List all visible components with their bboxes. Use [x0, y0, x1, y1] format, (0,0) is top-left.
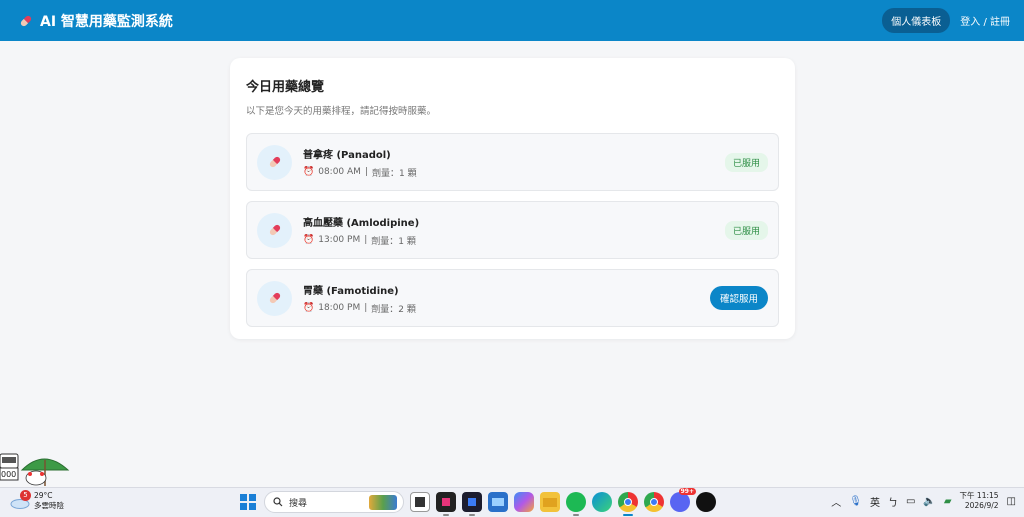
- medication-schedule: ⏰ 13:00 PM | 劑量：1 顆: [303, 234, 725, 247]
- discord-icon[interactable]: 99+: [670, 488, 696, 512]
- medication-dose: 劑量：1 顆: [372, 168, 417, 179]
- chevron-up-icon[interactable]: ︿: [831, 494, 841, 509]
- notification-center-icon[interactable]: ◫: [1007, 496, 1016, 507]
- ime-indicator[interactable]: 英: [870, 494, 880, 509]
- medication-item: 胃藥 (Famotidine) ⏰ 18:00 PM | 劑量：2 顆確認服用: [246, 269, 779, 327]
- brand[interactable]: AI 智慧用藥監測系統: [18, 11, 173, 31]
- page-subtitle: 以下是您今天的用藥排程，請記得按時服藥。: [246, 106, 437, 117]
- medication-item: 普拿疼 (Panadol) ⏰ 08:00 AM | 劑量：1 顆 已服用: [246, 133, 779, 191]
- github-icon[interactable]: [696, 492, 716, 512]
- medication-name: 胃藥 (Famotidine): [303, 285, 399, 297]
- weather-alert-badge: 5: [20, 490, 31, 501]
- login-register-link[interactable]: 登入 / 註冊: [960, 13, 1010, 28]
- confirm-taken-button[interactable]: 確認服用: [709, 286, 768, 310]
- weather-widget[interactable]: 5 29°C 多雲時陰: [10, 490, 64, 511]
- taskbar-apps: 搜尋 99+: [238, 488, 716, 516]
- medication-item: 高血壓藥 (Amlodipine) ⏰ 13:00 PM | 劑量：1 顆已服用: [246, 201, 779, 259]
- app-title: AI 智慧用藥監測系統: [40, 13, 173, 30]
- medication-schedule: ⏰ 08:00 AM | 劑量：1 顆: [303, 166, 725, 179]
- mascot-sticker: 000: [0, 453, 70, 486]
- medication-time: 13:00 PM: [318, 235, 361, 245]
- clock-time: 下午 11:15: [959, 491, 999, 500]
- weather-temp: 29°C: [34, 491, 53, 500]
- jetbrains-ide-icon[interactable]: [462, 492, 482, 516]
- sticker-text: 000: [1, 470, 16, 479]
- pill-icon: [257, 144, 292, 180]
- separator: |: [364, 303, 368, 313]
- medication-name: 高血壓藥 (Amlodipine): [303, 217, 420, 229]
- top-nav: 個人儀表板 登入 / 註冊: [882, 8, 1010, 33]
- status-badge-taken: 已服用: [724, 220, 768, 240]
- system-tray: ︿ 🎙 英 ㄅ ▭ 🔈 ▰ 下午 11:15 2026/9/2 ◫: [831, 491, 1016, 511]
- pill-icon: [257, 280, 292, 316]
- medication-schedule: ⏰ 18:00 PM | 劑量：2 顆: [303, 302, 710, 315]
- copilot-icon[interactable]: [514, 492, 534, 512]
- chrome-profile-icon[interactable]: [644, 492, 664, 512]
- medication-time: 18:00 PM: [318, 303, 361, 313]
- medication-info: 胃藥 (Famotidine) ⏰ 18:00 PM | 劑量：2 顆: [303, 282, 710, 315]
- network-icon[interactable]: ▭: [906, 496, 915, 507]
- pill-icon: [257, 212, 292, 248]
- page-title: 今日用藥總覽: [246, 80, 325, 95]
- medication-time: 08:00 AM: [318, 167, 361, 177]
- photos-icon[interactable]: [488, 492, 508, 512]
- windows-start-icon[interactable]: [238, 492, 258, 512]
- taskbar: 5 29°C 多雲時陰 搜尋 99+ ︿ 🎙 英 ㄅ ▭ 🔈 ▰ 下午 11:1…: [0, 487, 1024, 517]
- app-header: AI 智慧用藥監測系統 個人儀表板 登入 / 註冊: [0, 0, 1024, 41]
- medication-dose: 劑量：2 顆: [371, 304, 416, 315]
- jetbrains-icon[interactable]: [436, 492, 456, 516]
- cloud-icon: 5: [10, 490, 31, 509]
- chrome-icon[interactable]: [618, 492, 638, 516]
- edge-icon[interactable]: [592, 492, 612, 512]
- clock-date: 2026/9/2: [964, 501, 999, 510]
- medication-info: 高血壓藥 (Amlodipine) ⏰ 13:00 PM | 劑量：1 顆: [303, 214, 725, 247]
- ime-mode-icon[interactable]: ㄅ: [888, 494, 898, 509]
- taskbar-search[interactable]: 搜尋: [264, 491, 404, 513]
- search-highlight-icon: [369, 495, 397, 510]
- medication-info: 普拿疼 (Panadol) ⏰ 08:00 AM | 劑量：1 顆: [303, 146, 725, 179]
- search-placeholder: 搜尋: [289, 498, 308, 509]
- alarm-clock-icon: ⏰: [303, 167, 315, 177]
- search-icon: [273, 497, 283, 507]
- alarm-clock-icon: ⏰: [303, 303, 315, 313]
- task-view-icon[interactable]: [410, 492, 430, 512]
- alarm-clock-icon: ⏰: [303, 235, 315, 245]
- weather-desc: 多雲時陰: [34, 501, 64, 510]
- pill-icon: [20, 15, 32, 26]
- separator: |: [364, 235, 368, 245]
- status-badge-taken: 已服用: [724, 152, 768, 172]
- medication-name: 普拿疼 (Panadol): [303, 149, 391, 161]
- volume-icon[interactable]: 🔈: [923, 496, 935, 507]
- discord-notification-badge: 99+: [678, 488, 696, 495]
- file-explorer-icon[interactable]: [540, 492, 560, 512]
- dashboard-button[interactable]: 個人儀表板: [882, 8, 951, 33]
- system-clock[interactable]: 下午 11:15 2026/9/2: [960, 491, 999, 511]
- medication-list: 普拿疼 (Panadol) ⏰ 08:00 AM | 劑量：1 顆已服用 高血壓藥 (Am…: [246, 133, 779, 327]
- medication-overview-card: 今日用藥總覽 以下是您今天的用藥排程，請記得按時服藥。 普拿疼 (Panadol…: [230, 58, 795, 339]
- spotify-icon[interactable]: [566, 492, 586, 516]
- separator: |: [364, 167, 368, 177]
- battery-icon[interactable]: ▰: [944, 496, 952, 507]
- medication-dose: 劑量：1 顆: [371, 236, 416, 247]
- microphone-icon[interactable]: 🎙: [849, 496, 862, 507]
